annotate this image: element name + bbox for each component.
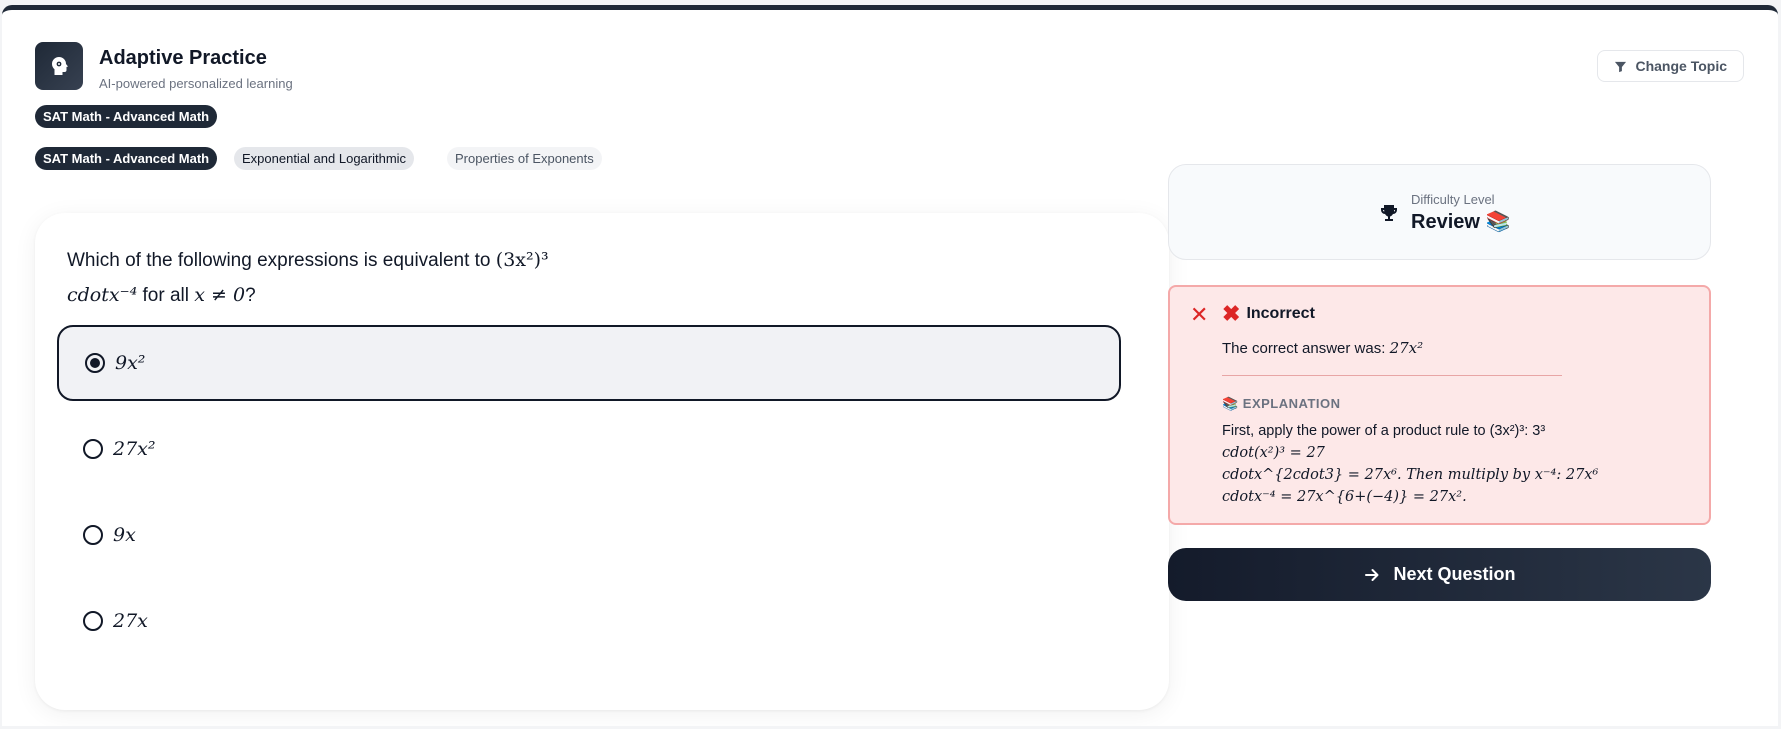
- next-question-label: Next Question: [1393, 564, 1516, 584]
- correct-answer-value: 27x²: [1389, 339, 1424, 357]
- question-card: Which of the following expressions is eq…: [35, 213, 1169, 710]
- brain-gear-icon: [52, 57, 68, 75]
- radio-selected-icon[interactable]: [85, 353, 105, 373]
- next-question-button[interactable]: Next Question: [1168, 548, 1711, 601]
- explanation-line: cdotx⁻⁴ = 27x^{6+(−4)} = 27x².: [1222, 489, 1467, 505]
- breadcrumb-item-unit[interactable]: Exponential and Logarithmic: [234, 147, 415, 170]
- question-expression: (3x²)³: [495, 249, 549, 271]
- divider: [1222, 375, 1562, 376]
- trophy-icon: [1381, 205, 1397, 221]
- radio-icon[interactable]: [83, 611, 103, 631]
- answer-option-c[interactable]: 9x: [57, 497, 1121, 573]
- close-icon[interactable]: ✕: [1190, 302, 1208, 328]
- answer-option-d[interactable]: 27x: [57, 583, 1121, 659]
- explanation-heading: 📚 EXPLANATION: [1222, 396, 1341, 411]
- difficulty-card: Difficulty Level Review 📚: [1168, 164, 1711, 260]
- question-text: Which of the following expressions is eq…: [67, 249, 549, 306]
- explanation-line: First, apply the power of a product rule…: [1222, 423, 1546, 439]
- radio-icon[interactable]: [83, 439, 103, 459]
- app-subtitle: AI-powered personalized learning: [99, 76, 293, 91]
- difficulty-value: Review 📚: [1411, 211, 1511, 233]
- difficulty-label: Difficulty Level: [1411, 192, 1495, 207]
- question-condition: x ≠ 0: [194, 284, 246, 306]
- answer-option-a[interactable]: 9x²: [57, 325, 1121, 401]
- answer-option-b[interactable]: 27x²: [57, 411, 1121, 487]
- filter-icon: [1615, 61, 1627, 72]
- feedback-header: ✖ Incorrect: [1222, 303, 1315, 325]
- change-topic-label: Change Topic: [1635, 58, 1727, 74]
- option-label: 9x: [113, 524, 136, 546]
- feedback-panel: ✕ ✖ Incorrect The correct answer was: 27…: [1168, 285, 1711, 525]
- app-frame: Adaptive Practice AI-powered personalize…: [2, 5, 1778, 726]
- arrow-right-icon: [1365, 568, 1379, 581]
- change-topic-button[interactable]: Change Topic: [1597, 50, 1744, 82]
- topic-badge: SAT Math - Advanced Math: [35, 105, 218, 128]
- correct-answer: The correct answer was: 27x²: [1222, 339, 1424, 357]
- explanation-line: cdotx^{2cdot3} = 27x⁶. Then multiply by …: [1222, 467, 1599, 483]
- option-label: 27x: [113, 610, 148, 632]
- app-logo: [35, 42, 83, 90]
- option-label: 9x²: [115, 352, 146, 374]
- option-label: 27x²: [113, 438, 156, 460]
- x-mark-icon: ✖: [1222, 301, 1241, 326]
- explanation-line: cdot(x²)³ = 27: [1222, 445, 1325, 461]
- breadcrumb-item-subject[interactable]: SAT Math - Advanced Math: [35, 147, 218, 170]
- app-title: Adaptive Practice: [99, 47, 267, 69]
- breadcrumb-item-skill[interactable]: Properties of Exponents: [447, 147, 602, 170]
- radio-icon[interactable]: [83, 525, 103, 545]
- explanation-text: First, apply the power of a product rule…: [1222, 420, 1692, 508]
- feedback-status: Incorrect: [1246, 305, 1315, 322]
- question-expression-cont: cdotx⁻⁴: [67, 284, 138, 306]
